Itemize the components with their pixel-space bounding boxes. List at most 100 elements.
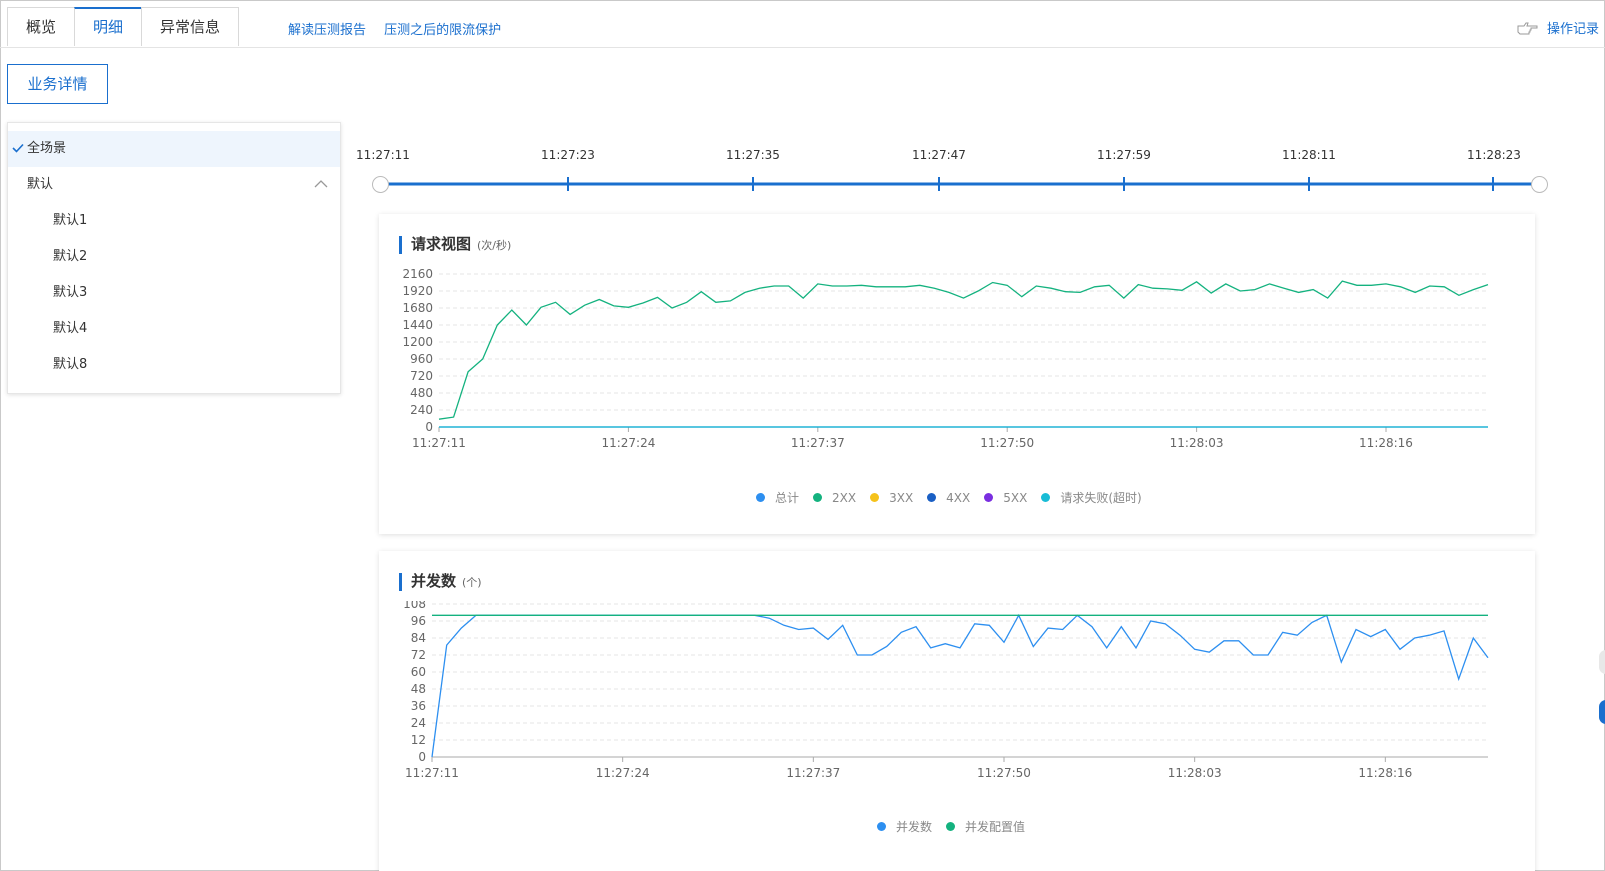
- series-line: [431, 613, 1489, 758]
- timeline-tick-label: 11:27:23: [541, 148, 595, 162]
- timeline-end-handle[interactable]: [1531, 176, 1548, 193]
- timeline-tick-label: 11:27:59: [1097, 148, 1151, 162]
- legend-label: 4XX: [946, 490, 971, 505]
- x-tick-label: 11:27:11: [405, 766, 459, 780]
- x-tick-label: 11:27:50: [977, 766, 1031, 780]
- x-tick-label: 11:27:24: [596, 766, 650, 780]
- legend-label: 总计: [775, 491, 800, 505]
- series-line: [438, 280, 1489, 420]
- y-tick-label: 2160: [402, 267, 433, 281]
- legend-label: 3XX: [889, 490, 914, 505]
- tree-item-label: 默认4: [53, 321, 88, 336]
- business-detail-button[interactable]: 业务详情: [7, 64, 108, 104]
- x-tick-label: 11:27:11: [412, 436, 466, 450]
- chart-unit: (次/秒): [477, 239, 512, 252]
- y-tick-label: 96: [411, 614, 426, 628]
- legend-item-5xx[interactable]: 5XX: [984, 491, 1027, 505]
- request-view-card: 请求视图 (次/秒) 0 240 480 720 960 1200 1440 1680 1920 2…: [379, 214, 1535, 534]
- y-tick-label: 48: [411, 682, 426, 696]
- y-tick-label: 1440: [402, 318, 433, 332]
- legend-item-concurrency[interactable]: 并发数: [877, 818, 932, 835]
- tree-item-all-scenes[interactable]: 全场景: [8, 131, 340, 167]
- tree-item-default4[interactable]: 默认4: [8, 311, 340, 347]
- legend-item-total[interactable]: 总计: [756, 489, 799, 506]
- y-tick-label: 1680: [402, 301, 433, 315]
- timeline-tick-label: 11:27:35: [726, 148, 780, 162]
- y-tick-label: 1920: [402, 284, 433, 298]
- operation-log-label: 操作记录: [1546, 22, 1599, 37]
- legend-item-4xx[interactable]: 4XX: [927, 491, 970, 505]
- legend-label: 请求失败(超时): [1060, 491, 1142, 505]
- tree-item-label: 默认8: [53, 357, 88, 372]
- help-links: 解读压测报告 压测之后的限流保护: [288, 19, 515, 38]
- timeline-tick-label: 11:28:11: [1282, 148, 1336, 162]
- y-tick-label: 72: [411, 648, 426, 662]
- y-tick-label: 36: [411, 699, 426, 713]
- tab-exceptions[interactable]: 异常信息: [141, 7, 240, 46]
- y-tick-label: 960: [410, 352, 433, 366]
- x-tick-label: 11:28:03: [1170, 436, 1224, 450]
- legend-item-2xx[interactable]: 2XX: [813, 491, 856, 505]
- chart-legend: 并发数 并发配置值: [877, 818, 1039, 835]
- tree-item-label: 默认3: [53, 285, 88, 300]
- y-tick-label: 12: [411, 733, 426, 747]
- x-tick-label: 11:27:37: [791, 436, 845, 450]
- timeline-start-handle[interactable]: [372, 176, 389, 193]
- tree-group-default[interactable]: 默认: [8, 167, 340, 203]
- top-bar: 概览 明细 异常信息 解读压测报告 压测之后的限流保护 操作记录: [0, 0, 1605, 48]
- chart-title: 并发数 (个): [399, 573, 482, 591]
- x-tick-label: 11:27:24: [601, 436, 655, 450]
- tree-item-label: 默认1: [53, 213, 88, 228]
- y-tick-label: 60: [411, 665, 426, 679]
- link-rate-limit-protection[interactable]: 压测之后的限流保护: [384, 23, 501, 38]
- tree-group-label: 默认: [27, 177, 54, 192]
- chart-title-text: 请求视图: [411, 235, 472, 253]
- time-range-slider[interactable]: 11:27:11 11:27:23 11:27:35 11:27:47 11:2…: [350, 140, 1570, 200]
- chart-title-text: 并发数: [411, 572, 457, 590]
- chevron-up-icon[interactable]: [314, 179, 328, 188]
- legend-label: 并发数: [896, 820, 933, 834]
- x-tick-label: 11:27:50: [980, 436, 1034, 450]
- legend-item-concurrency-config[interactable]: 并发配置值: [946, 818, 1025, 835]
- legend-label: 5XX: [1003, 490, 1028, 505]
- link-read-report[interactable]: 解读压测报告: [288, 23, 366, 38]
- side-float-handle[interactable]: [1599, 650, 1605, 674]
- timeline-tick-label: 11:28:23: [1467, 148, 1521, 162]
- chart-unit: (个): [462, 576, 482, 589]
- side-float-button[interactable]: [1599, 700, 1605, 724]
- tree-item-default1[interactable]: 默认1: [8, 203, 340, 239]
- tab-detail[interactable]: 明细: [74, 7, 143, 46]
- request-line-chart: 0 240 480 720 960 1200 1440 1680 1920 2160 11:27:1…: [402, 267, 1489, 450]
- tree-item-default2[interactable]: 默认2: [8, 239, 340, 275]
- concurrency-line-chart: 0 12 24 36 48 60 72 84 96 108 11:27:11 11:27:24 11:2…: [403, 601, 1489, 780]
- x-tick-label: 11:27:37: [786, 766, 840, 780]
- timeline-tick-label: 11:27:11: [356, 148, 410, 162]
- timeline-track: [381, 177, 1540, 191]
- chart-legend: 总计 2XX 3XX 4XX 5XX 请求失败(超时): [756, 489, 1156, 506]
- y-tick-label: 720: [410, 369, 433, 383]
- y-tick-label: 1200: [402, 335, 433, 349]
- tab-overview[interactable]: 概览: [7, 7, 76, 46]
- operation-log-link[interactable]: 操作记录: [1517, 18, 1599, 37]
- tree-item-default8[interactable]: 默认8: [8, 347, 340, 383]
- y-tick-label: 0: [425, 420, 433, 434]
- tree-item-label: 默认2: [53, 249, 88, 264]
- tab-bar: 概览 明细 异常信息: [7, 7, 240, 46]
- legend-label: 并发配置值: [965, 820, 1026, 834]
- legend-item-3xx[interactable]: 3XX: [870, 491, 913, 505]
- concurrency-card: 并发数 (个) 0 12 24 36 48 60 72 84 96 108 11:27:11 11:27…: [379, 551, 1535, 871]
- y-tick-label: 24: [411, 716, 426, 730]
- tree-item-default3[interactable]: 默认3: [8, 275, 340, 311]
- timeline-tick-label: 11:27:47: [912, 148, 966, 162]
- legend-item-timeout[interactable]: 请求失败(超时): [1041, 489, 1142, 506]
- tree-item-label: 全场景: [27, 141, 67, 156]
- x-tick-label: 11:28:16: [1358, 766, 1412, 780]
- check-icon: [12, 143, 24, 153]
- hand-point-icon: [1517, 22, 1538, 34]
- chart-title: 请求视图 (次/秒): [399, 236, 511, 254]
- y-tick-label: 84: [411, 631, 426, 645]
- legend-label: 2XX: [832, 490, 857, 505]
- y-tick-label: 240: [410, 403, 433, 417]
- y-tick-label: 0: [418, 750, 426, 764]
- y-tick-label: 480: [410, 386, 433, 400]
